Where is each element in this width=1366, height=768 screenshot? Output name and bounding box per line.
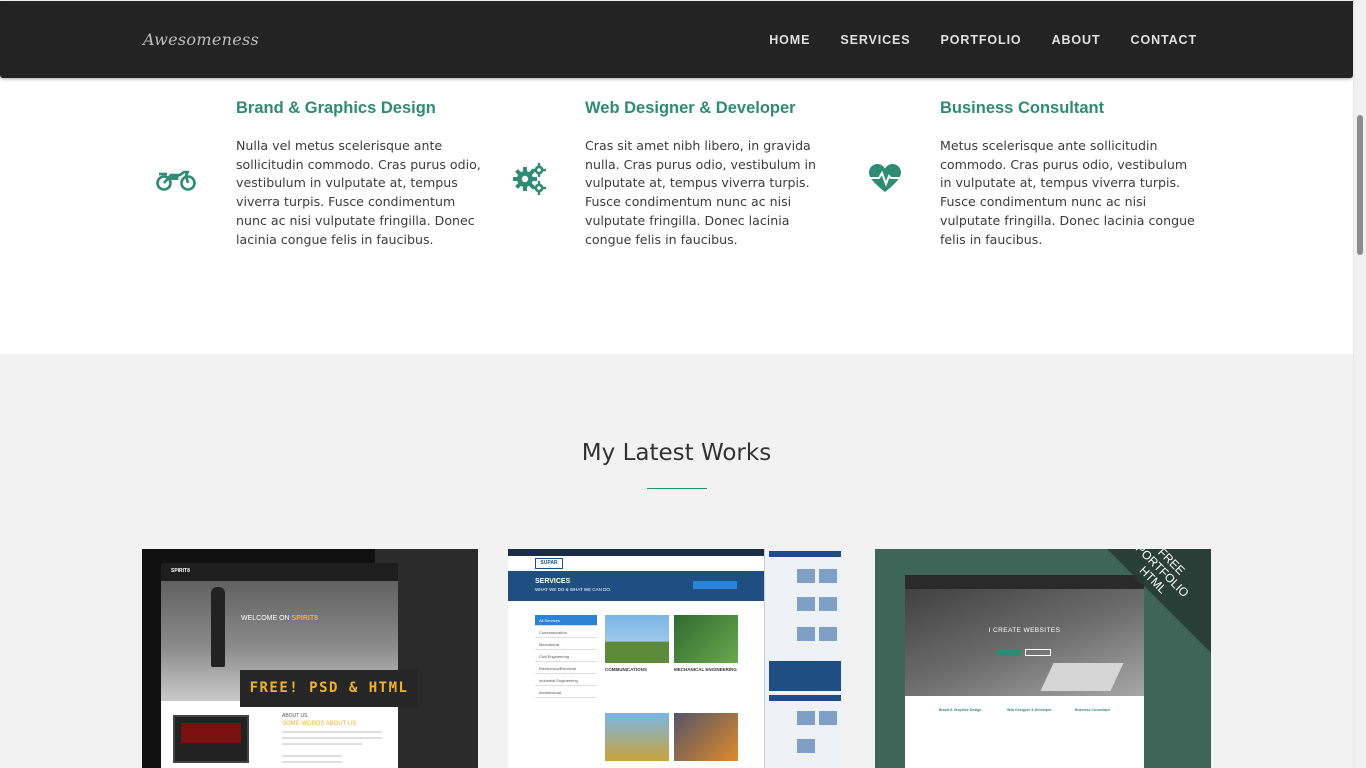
keyboard-image: [1040, 663, 1124, 691]
service-text-brand: Nulla vel metus scelerisque ante sollici…: [236, 138, 481, 247]
navbar: Awesomeness HOME SERVICES PORTFOLIO ABOU…: [0, 1, 1353, 78]
gears-icon: [513, 163, 546, 195]
text-line: [282, 737, 382, 739]
thumb-card-image: [605, 713, 669, 761]
service-title-consultant: Business Consultant: [940, 99, 1105, 117]
portfolio-item-supar[interactable]: SUPAR SERVICES WHAT WE DO & WHAT WE CAN …: [508, 549, 844, 768]
thumb-card-image: [605, 615, 669, 663]
services-section: Brand & Graphics Design Nulla vel metus …: [0, 78, 1353, 354]
title-divider: [647, 488, 707, 489]
text-line: [282, 743, 362, 745]
nav-home[interactable]: HOME: [769, 33, 810, 47]
climber-figure: [211, 587, 225, 667]
thumb-column-title: Web Designer & Developer: [1007, 708, 1052, 712]
free-banner: FREE! PSD & HTML: [240, 670, 418, 707]
nav-portfolio[interactable]: PORTFOLIO: [941, 33, 1022, 47]
text-line: [282, 755, 342, 757]
brand-logo[interactable]: Awesomeness: [143, 30, 259, 49]
about-label: ABOUT US: [282, 713, 308, 719]
motorcycle-icon: [156, 170, 196, 191]
service-title-brand: Brand & Graphics Design: [236, 99, 436, 117]
thumb-menu-item: Communication: [535, 627, 597, 638]
thumb-heading: SERVICES: [535, 578, 571, 585]
portfolio-item-spirit8[interactable]: SPIRIT8 WELCOME ON SPIRIT8 FREE! PSD & H…: [142, 549, 478, 768]
thumb-menu-item: Civil Engineering: [535, 651, 597, 662]
nav-services[interactable]: SERVICES: [840, 33, 910, 47]
text-line: [282, 731, 382, 733]
thumb-column-title: Business Consultant: [1075, 708, 1110, 712]
works-section: My Latest Works SPIRIT8 WELCOME ON SPIRI…: [0, 354, 1353, 768]
thumb-welcome: WELCOME ON SPIRIT8: [161, 615, 398, 622]
thumb-banner: SERVICES WHAT WE DO & WHAT WE CAN DO.: [508, 571, 764, 601]
scrollbar-thumb[interactable]: [1357, 115, 1363, 255]
thumb-button-secondary: [1025, 649, 1051, 656]
thumb-column-title: Brand & Graphics Design: [939, 708, 982, 712]
works-title: My Latest Works: [581, 440, 772, 466]
thumb-subheading: WHAT WE DO & WHAT WE CAN DO.: [535, 587, 612, 592]
thumb-button-primary: [997, 649, 1021, 656]
thumb-card-caption: COMMUNICATIONS: [605, 667, 647, 672]
thumb-card-image: [674, 713, 738, 761]
about-heading: SOME WORDS ABOUT US: [282, 721, 357, 727]
thumb-side-preview: [764, 549, 844, 768]
main-nav: HOME SERVICES PORTFOLIO ABOUT CONTACT: [739, 33, 1197, 47]
page: Awesomeness HOME SERVICES PORTFOLIO ABOU…: [0, 0, 1353, 768]
thumb-menu-item: Industrial Engineering: [535, 675, 597, 686]
service-text-web: Cras sit amet nibh libero, in gravida nu…: [585, 138, 816, 247]
monitor-image: [173, 715, 249, 763]
heartbeat-icon: [869, 164, 901, 192]
portfolio-item-awesomeness[interactable]: I CREATE WEBSITES Brand & Graphics Desig…: [875, 549, 1211, 768]
page-scrollbar[interactable]: [1353, 0, 1366, 768]
service-title-web: Web Designer & Developer: [585, 99, 796, 117]
welcome-brand: SPIRIT8: [291, 615, 318, 622]
thumb-menu-item: Electronics/Electrical: [535, 663, 597, 674]
welcome-prefix: WELCOME ON: [240, 615, 292, 622]
thumb-logo: SUPAR: [535, 558, 563, 569]
text-line: [282, 761, 342, 763]
thumb-logo: SPIRIT8: [171, 568, 190, 574]
thumb-menu-item: Architectural: [535, 687, 597, 698]
thumb-screenshot: SPIRIT8 WELCOME ON SPIRIT8 FREE! PSD & H…: [161, 563, 418, 768]
thumb-menu-item: All Services: [535, 615, 597, 626]
service-text-consultant: Metus scelerisque ante sollicitudin comm…: [940, 138, 1195, 247]
thumb-topbar: [508, 549, 764, 556]
thumb-topbar: [161, 563, 398, 581]
nav-contact[interactable]: CONTACT: [1131, 33, 1197, 47]
thumb-card-caption: MECHANICAL ENGINEERING: [674, 667, 737, 672]
thumb-card-image: [674, 615, 738, 663]
nav-about[interactable]: ABOUT: [1052, 33, 1101, 47]
thumb-call-button: [693, 581, 737, 589]
thumb-menu-item: Mechanical: [535, 639, 597, 650]
